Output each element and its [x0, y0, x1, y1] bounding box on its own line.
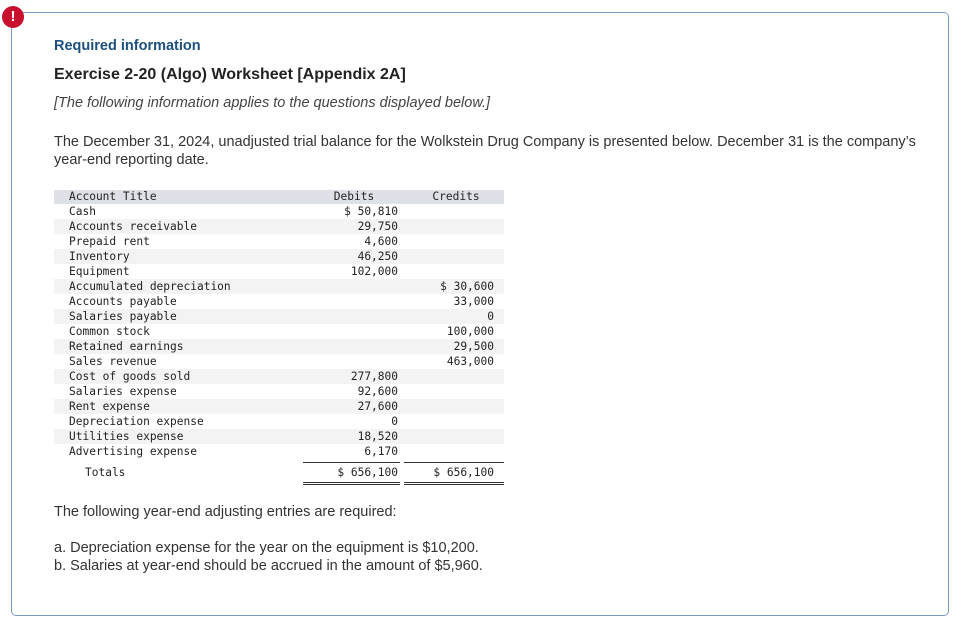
table-row: Cash $ 50,810	[54, 204, 504, 219]
account-title-cell: Inventory	[69, 249, 130, 264]
trial-balance-table: Account Title Debits Credits Cash $ 50,81…	[54, 190, 504, 484]
account-title-cell: Accounts payable	[69, 294, 177, 309]
adjustments-list: a. Depreciation expense for the year on …	[54, 539, 483, 575]
table-row: Rent expense 27,600	[54, 399, 504, 414]
table-row: Inventory 46,250	[54, 249, 504, 264]
account-title-cell: Accounts receivable	[69, 219, 197, 234]
account-title-cell: Accumulated depreciation	[69, 279, 231, 294]
table-row: Salaries expense 92,600	[54, 384, 504, 399]
debit-cell: 0	[301, 414, 398, 429]
debit-cell: 6,170	[301, 444, 398, 459]
account-title-cell: Common stock	[69, 324, 150, 339]
header-credits: Credits	[411, 190, 501, 204]
table-row: Accumulated depreciation $ 30,600	[54, 279, 504, 294]
adjustment-a: a. Depreciation expense for the year on …	[54, 539, 483, 557]
account-title-cell: Depreciation expense	[69, 414, 204, 429]
debit-cell: 4,600	[301, 234, 398, 249]
totals-label: Totals	[85, 462, 125, 484]
account-title-cell: Prepaid rent	[69, 234, 150, 249]
exercise-title: Exercise 2-20 (Algo) Worksheet [Appendix…	[54, 66, 406, 84]
debit-cell: $ 50,810	[301, 204, 398, 219]
alert-icon: !	[2, 6, 24, 28]
account-title-cell: Equipment	[69, 264, 130, 279]
credit-cell: 463,000	[404, 354, 494, 369]
account-title-cell: Salaries payable	[69, 309, 177, 324]
table-row: Advertising expense 6,170	[54, 444, 504, 459]
required-info-heading: Required information	[54, 38, 201, 54]
debit-cell: 102,000	[301, 264, 398, 279]
header-debits: Debits	[309, 190, 399, 204]
table-row: Prepaid rent 4,600	[54, 234, 504, 249]
intro-paragraph: The December 31, 2024, unadjusted trial …	[54, 133, 934, 169]
table-row: Cost of goods sold 277,800	[54, 369, 504, 384]
debit-cell: 29,750	[301, 219, 398, 234]
adjustment-b: b. Salaries at year-end should be accrue…	[54, 557, 483, 575]
account-title-cell: Advertising expense	[69, 444, 197, 459]
debit-cell: 18,520	[301, 429, 398, 444]
header-account-title: Account Title	[69, 190, 157, 204]
credit-cell: 29,500	[404, 339, 494, 354]
debit-cell: 27,600	[301, 399, 398, 414]
debit-cell: 277,800	[301, 369, 398, 384]
account-title-cell: Rent expense	[69, 399, 150, 414]
table-header-row: Account Title Debits Credits	[54, 190, 504, 204]
account-title-cell: Utilities expense	[69, 429, 184, 444]
credit-cell: $ 30,600	[404, 279, 494, 294]
table-row: Depreciation expense 0	[54, 414, 504, 429]
table-row: Accounts receivable 29,750	[54, 219, 504, 234]
totals-row: Totals $ 656,100 $ 656,100	[54, 462, 504, 484]
debit-cell: 46,250	[301, 249, 398, 264]
debit-cell: 92,600	[301, 384, 398, 399]
page: ! Required information Exercise 2-20 (Al…	[0, 0, 971, 632]
account-title-cell: Cash	[69, 204, 96, 219]
account-title-cell: Salaries expense	[69, 384, 177, 399]
table-row: Sales revenue 463,000	[54, 354, 504, 369]
table-row: Utilities expense 18,520	[54, 429, 504, 444]
table-row: Salaries payable 0	[54, 309, 504, 324]
credit-cell: 100,000	[404, 324, 494, 339]
totals-debit: $ 656,100	[301, 462, 398, 484]
credit-cell: 33,000	[404, 294, 494, 309]
totals-credit: $ 656,100	[404, 462, 494, 484]
table-row: Retained earnings 29,500	[54, 339, 504, 354]
credit-cell: 0	[404, 309, 494, 324]
table-row: Equipment 102,000	[54, 264, 504, 279]
account-title-cell: Cost of goods sold	[69, 369, 190, 384]
followup-text: The following year-end adjusting entries…	[54, 504, 397, 520]
account-title-cell: Sales revenue	[69, 354, 157, 369]
table-row: Accounts payable 33,000	[54, 294, 504, 309]
table-row: Common stock 100,000	[54, 324, 504, 339]
account-title-cell: Retained earnings	[69, 339, 184, 354]
info-note: [The following information applies to th…	[54, 95, 490, 111]
